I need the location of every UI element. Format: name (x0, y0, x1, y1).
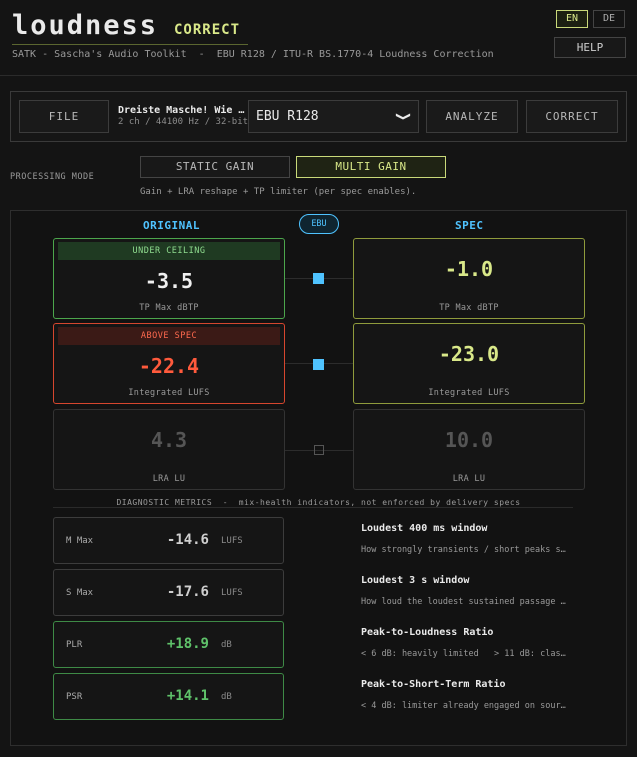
metric-unit: dB (221, 640, 232, 650)
original-lra-card: 4.3 LRA LU (53, 409, 285, 490)
metric-description-title: Loudest 400 ms window (361, 523, 488, 534)
diagnostic-metrics-title: DIAGNOSTIC METRICS - mix-health indicato… (116, 498, 521, 507)
original-column-header: ORIGINAL (143, 219, 200, 232)
lra-enable-toggle[interactable] (314, 445, 324, 455)
processing-mode-description: Gain + LRA reshape + TP limiter (per spe… (140, 187, 417, 197)
metric-description-title: Peak-to-Loudness Ratio (361, 627, 494, 638)
spec-lra-card: 10.0 LRA LU (353, 409, 585, 490)
app-title: loudness (12, 10, 159, 41)
original-integrated-unit: Integrated LUFS (128, 388, 210, 398)
metric-description-text: < 6 dB: heavily limited > 11 dB: clas… (361, 649, 566, 659)
metric-plr: PLR +18.9 dB (53, 621, 284, 668)
original-lra-unit: LRA LU (152, 474, 186, 484)
spec-lra-unit: LRA LU (452, 474, 486, 484)
spec-select-value: EBU R128 (256, 109, 319, 124)
metric-unit: dB (221, 692, 232, 702)
metric-description-title: Peak-to-Short-Term Ratio (361, 679, 506, 690)
status-badge: UNDER CEILING (58, 242, 280, 260)
analyze-button[interactable]: ANALYZE (426, 100, 518, 133)
original-tp-max-card: UNDER CEILING -3.5 TP Max dBTP (53, 238, 285, 319)
spec-column-header: SPEC (455, 219, 484, 232)
spec-integrated-card: -23.0 Integrated LUFS (353, 323, 585, 404)
original-tp-max-value: -3.5 (144, 269, 194, 293)
metric-description-text: How strongly transients / short peaks s… (361, 545, 566, 555)
metric-s-max: S Max -17.6 LUFS (53, 569, 284, 616)
spec-preset-pill[interactable]: EBU (299, 214, 339, 234)
original-integrated-card: ABOVE SPEC -22.4 Integrated LUFS (53, 323, 285, 404)
metric-name: PSR (66, 692, 83, 702)
static-gain-button[interactable]: STATIC GAIN (140, 156, 290, 178)
tp-max-enable-toggle[interactable] (313, 273, 324, 284)
multi-gain-button[interactable]: MULTI GAIN (296, 156, 446, 178)
file-name: Dreiste Masche! Wie … (118, 105, 245, 116)
metric-value: -14.6 (166, 532, 209, 548)
title-underline (12, 44, 248, 45)
processing-mode-label: PROCESSING MODE (10, 172, 95, 182)
file-meta: 2 ch / 44100 Hz / 32-bit (118, 117, 249, 127)
metric-unit: LUFS (221, 536, 243, 546)
spec-lra-value: 10.0 (444, 428, 494, 452)
spec-integrated-unit: Integrated LUFS (428, 388, 510, 398)
spec-select[interactable]: EBU R128 ❯ (248, 100, 419, 133)
spec-tp-max-value: -1.0 (444, 257, 494, 281)
chevron-down-icon: ❯ (392, 111, 416, 122)
metric-description-title: Loudest 3 s window (361, 575, 470, 586)
app-mode-badge: CORRECT (174, 22, 241, 38)
metric-description-text: How loud the loudest sustained passage … (361, 597, 566, 607)
integrated-enable-toggle[interactable] (313, 359, 324, 370)
spec-integrated-value: -23.0 (438, 342, 500, 366)
metric-m-max: M Max -14.6 LUFS (53, 517, 284, 564)
lang-en-button[interactable]: EN (556, 10, 588, 28)
header-divider (0, 75, 637, 76)
analysis-panel: ORIGINAL EBU SPEC UNDER CEILING -3.5 TP … (10, 210, 627, 746)
metric-value: +18.9 (166, 636, 209, 652)
metric-name: M Max (66, 536, 94, 546)
original-lra-value: 4.3 (150, 428, 188, 452)
spec-tp-max-card: -1.0 TP Max dBTP (353, 238, 585, 319)
metric-name: PLR (66, 640, 83, 650)
metric-value: +14.1 (166, 688, 209, 704)
metric-unit: LUFS (221, 588, 243, 598)
original-tp-max-unit: TP Max dBTP (139, 303, 199, 313)
app-subtitle: SATK - Sascha's Audio Toolkit - EBU R128… (12, 49, 494, 60)
metric-description-text: < 4 dB: limiter already engaged on sour… (361, 701, 566, 711)
original-integrated-value: -22.4 (138, 354, 200, 378)
metric-name: S Max (66, 588, 94, 598)
file-button[interactable]: FILE (19, 100, 109, 133)
status-badge: ABOVE SPEC (58, 327, 280, 345)
metric-value: -17.6 (166, 584, 209, 600)
toolbar: FILE Dreiste Masche! Wie … 2 ch / 44100 … (10, 91, 627, 142)
lang-de-button[interactable]: DE (593, 10, 625, 28)
metric-psr: PSR +14.1 dB (53, 673, 284, 720)
correct-button[interactable]: CORRECT (526, 100, 618, 133)
help-button[interactable]: HELP (554, 37, 626, 58)
diagnostic-divider (53, 507, 573, 508)
spec-tp-max-unit: TP Max dBTP (439, 303, 499, 313)
